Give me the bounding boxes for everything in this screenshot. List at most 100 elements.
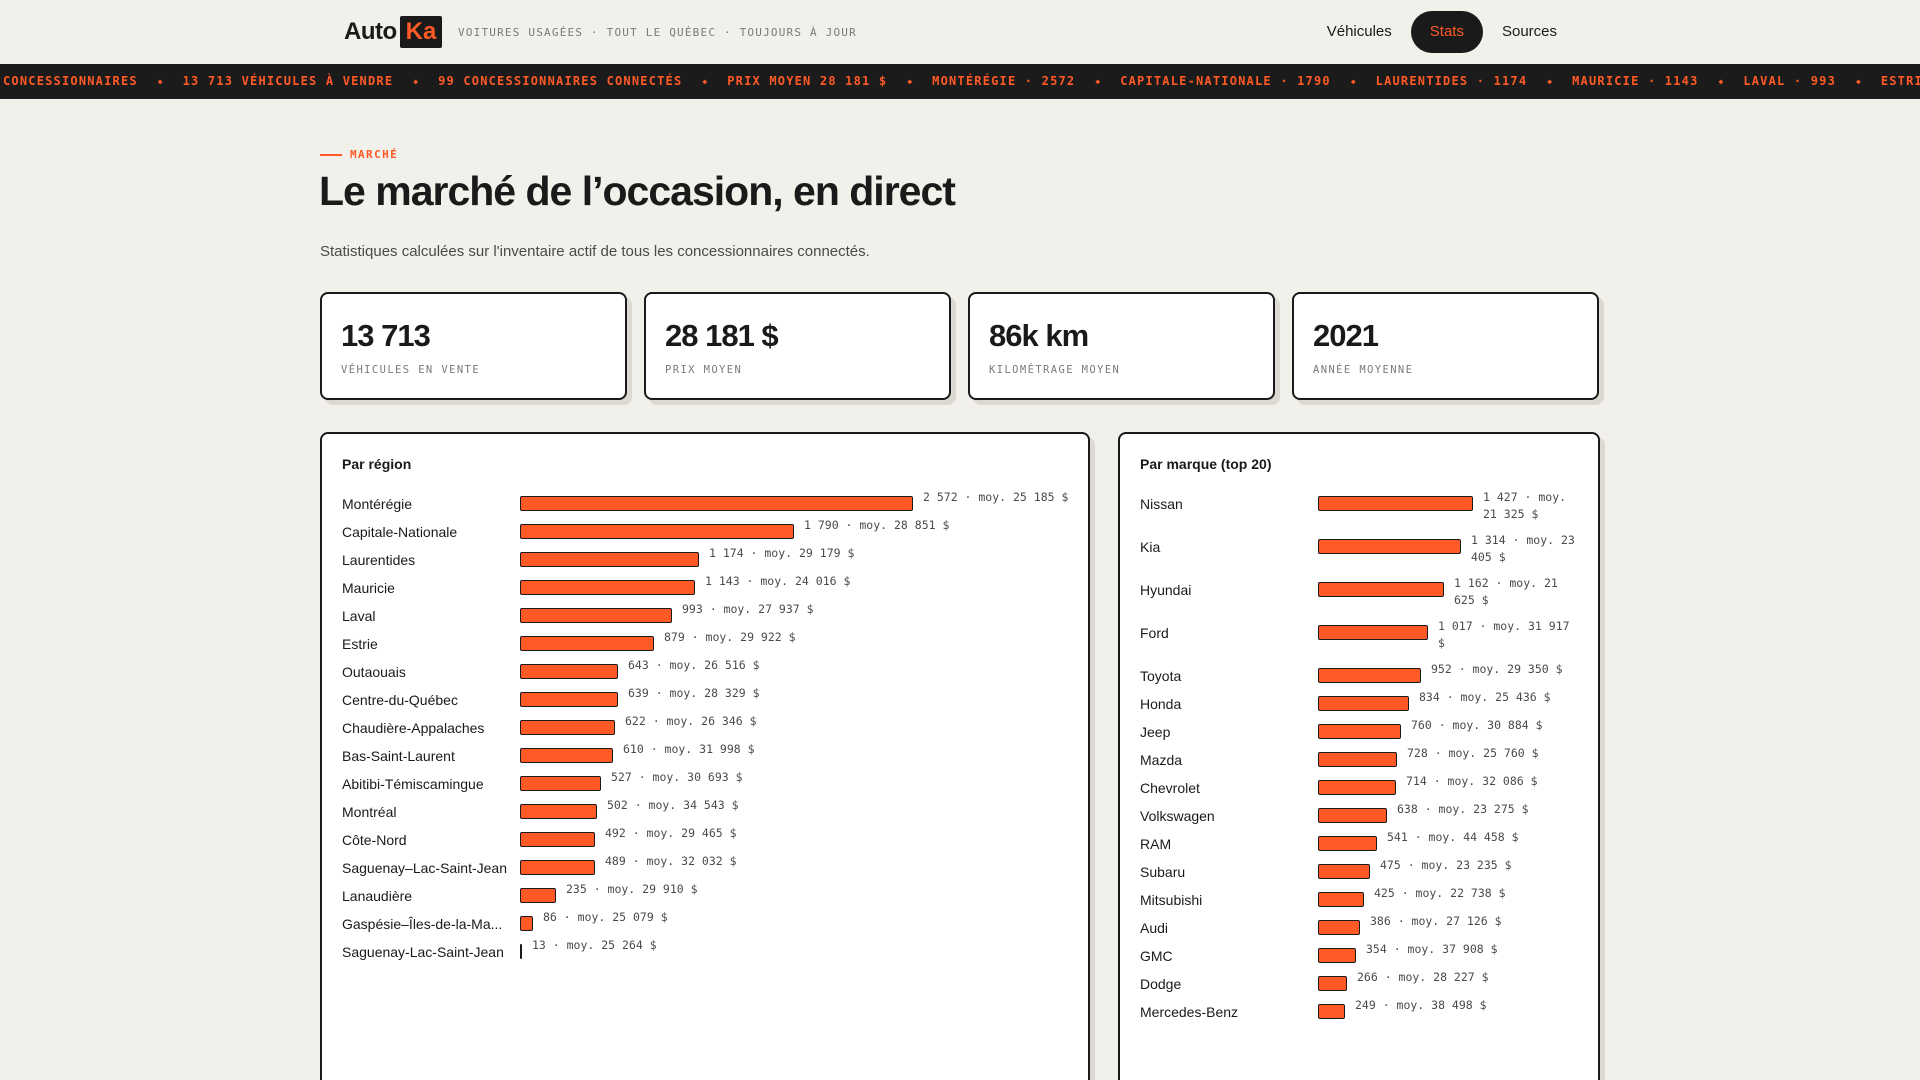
row-value: 386 · moy. 27 126 $ bbox=[1370, 914, 1502, 928]
row-label: Montérégie bbox=[342, 496, 413, 512]
stat-card-year: 2021 ANNÉE MOYENNE bbox=[1292, 292, 1599, 400]
row-value: 1 314 · moy. 23 405 $ bbox=[1471, 533, 1575, 564]
row-value: 475 · moy. 23 235 $ bbox=[1380, 858, 1512, 872]
row-value: 527 · moy. 30 693 $ bbox=[611, 770, 743, 784]
ticker-track: CONCESSIONNAIRES ◆ 13 713 VÉHICULES À VEND… bbox=[3, 64, 1920, 99]
row-label: Subaru bbox=[1140, 864, 1186, 880]
nav-vehicules[interactable]: Véhicules bbox=[1308, 11, 1411, 53]
stat-label: KILOMÉTRAGE MOYEN bbox=[989, 364, 1121, 376]
row-value: 1 790 · moy. 28 851 $ bbox=[804, 518, 950, 532]
eyebrow-dash bbox=[320, 153, 342, 156]
section-eyebrow: MARCHÉ bbox=[320, 148, 398, 161]
count-bar bbox=[1318, 539, 1461, 554]
ticker-separator-icon: ◆ bbox=[157, 77, 163, 86]
row-label: Estrie bbox=[342, 636, 378, 652]
count-bar bbox=[520, 860, 595, 875]
row-value: 1 162 · moy. 21 625 $ bbox=[1454, 576, 1558, 607]
count-bar bbox=[1318, 780, 1396, 795]
count-bar bbox=[1318, 668, 1421, 683]
row-value: 714 · moy. 32 086 $ bbox=[1406, 774, 1538, 788]
row-label: Bas-Saint-Laurent bbox=[342, 748, 455, 764]
row-label: Montréal bbox=[342, 804, 397, 820]
count-bar bbox=[1318, 976, 1347, 991]
row-label: Mauricie bbox=[342, 580, 395, 596]
row-label: Nissan bbox=[1140, 496, 1183, 512]
row-label: GMC bbox=[1140, 948, 1173, 964]
logo-text: Auto bbox=[344, 18, 397, 45]
ticker-item: LAURENTIDES · 1174 bbox=[1375, 74, 1528, 88]
row-value: 834 · moy. 25 436 $ bbox=[1419, 690, 1551, 704]
row-value: 639 · moy. 28 329 $ bbox=[628, 686, 760, 700]
brand-panel: Par marque (top 20) Nissan 1 427 · moy. 2… bbox=[1118, 432, 1600, 1080]
row-label: Hyundai bbox=[1140, 582, 1192, 598]
row-value: 610 · moy. 31 998 $ bbox=[623, 742, 755, 756]
row-value: 638 · moy. 23 275 $ bbox=[1397, 802, 1529, 816]
region-panel: Par région Montérégie 2 572 · moy. 25 185… bbox=[320, 432, 1090, 1080]
stat-value: 28 181 $ bbox=[665, 318, 779, 353]
row-value: 266 · moy. 28 227 $ bbox=[1357, 970, 1489, 984]
count-bar bbox=[1318, 625, 1428, 640]
row-value: 502 · moy. 34 543 $ bbox=[607, 798, 739, 812]
count-bar bbox=[520, 664, 618, 679]
ticker-item: 13 713 VÉHICULES À VENDRE bbox=[182, 74, 394, 88]
logo[interactable]: Auto Ka bbox=[344, 16, 443, 48]
row-value: 728 · moy. 25 760 $ bbox=[1407, 746, 1539, 760]
row-value: 86 · moy. 25 079 $ bbox=[543, 910, 668, 924]
count-bar bbox=[520, 608, 672, 623]
count-bar bbox=[1318, 752, 1397, 767]
stat-label: VÉHICULES EN VENTE bbox=[341, 364, 480, 376]
row-label: Laurentides bbox=[342, 552, 416, 568]
ticker-item: ESTRIE bbox=[1880, 74, 1920, 88]
count-bar bbox=[520, 524, 794, 539]
row-value: 643 · moy. 26 516 $ bbox=[628, 658, 760, 672]
ticker-item: PRIX MOYEN 28 181 $ bbox=[727, 74, 888, 88]
row-label: Audi bbox=[1140, 920, 1169, 936]
row-value: 952 · moy. 29 350 $ bbox=[1431, 662, 1563, 676]
row-label: Chevrolet bbox=[1140, 780, 1200, 796]
row-label: Kia bbox=[1140, 539, 1161, 555]
ticker-separator-icon: ◆ bbox=[413, 77, 419, 86]
page-title: Le marché de l’occasion, en direct bbox=[319, 168, 956, 214]
row-value: 354 · moy. 37 908 $ bbox=[1366, 942, 1498, 956]
row-label: Mercedes-Benz bbox=[1140, 1004, 1239, 1020]
count-bar bbox=[1318, 864, 1370, 879]
ticker-separator-icon: ◆ bbox=[907, 77, 913, 86]
row-label: Mitsubishi bbox=[1140, 892, 1203, 908]
count-bar bbox=[520, 636, 654, 651]
count-bar bbox=[520, 888, 556, 903]
count-bar bbox=[1318, 1004, 1345, 1019]
row-label: Dodge bbox=[1140, 976, 1182, 992]
row-value: 2 572 · moy. 25 185 $ bbox=[923, 490, 1069, 504]
count-bar bbox=[1318, 920, 1360, 935]
row-label: Outaouais bbox=[342, 664, 406, 680]
count-bar bbox=[520, 552, 699, 567]
ticker-separator-icon: ◆ bbox=[1718, 77, 1724, 86]
ticker-separator-icon: ◆ bbox=[1856, 77, 1861, 86]
row-label: Toyota bbox=[1140, 668, 1182, 684]
row-value: 249 · moy. 38 498 $ bbox=[1355, 998, 1487, 1012]
count-bar bbox=[520, 580, 695, 595]
nav-sources[interactable]: Sources bbox=[1483, 11, 1576, 53]
nav-stats[interactable]: Stats bbox=[1410, 11, 1483, 53]
ticker-item: LAVAL · 993 bbox=[1743, 74, 1836, 88]
stat-label: PRIX MOYEN bbox=[665, 364, 743, 376]
page-subtitle: Statistiques calculées sur l'inventaire … bbox=[320, 243, 870, 260]
count-bar bbox=[520, 776, 601, 791]
row-label: Jeep bbox=[1140, 724, 1171, 740]
count-bar bbox=[1318, 696, 1409, 711]
ticker-item: CONCESSIONNAIRES bbox=[3, 74, 138, 88]
count-bar bbox=[1318, 836, 1377, 851]
row-label: Côte-Nord bbox=[342, 832, 407, 848]
row-label: Honda bbox=[1140, 696, 1182, 712]
row-label: Chaudière-Appalaches bbox=[342, 720, 485, 736]
count-bar bbox=[1318, 582, 1444, 597]
row-label: Saguenay-Lac-Saint-Jean bbox=[342, 944, 504, 960]
count-bar bbox=[520, 916, 533, 931]
brand-panel-title: Par marque (top 20) bbox=[1140, 456, 1272, 472]
row-value: 492 · moy. 29 465 $ bbox=[605, 826, 737, 840]
row-value: 879 · moy. 29 922 $ bbox=[664, 630, 796, 644]
row-label: Mazda bbox=[1140, 752, 1183, 768]
region-panel-title: Par région bbox=[342, 456, 412, 472]
count-bar bbox=[1318, 948, 1356, 963]
count-bar bbox=[520, 804, 597, 819]
